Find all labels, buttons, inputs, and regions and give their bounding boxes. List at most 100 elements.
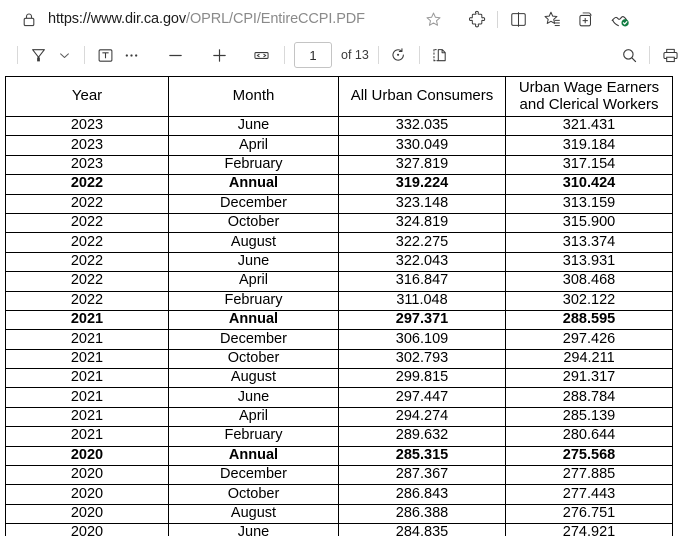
table-row: 2021 October 302.793 294.211 — [5, 348, 673, 370]
cell-month: Annual — [168, 445, 339, 467]
cell-month: October — [168, 348, 339, 370]
search-icon[interactable] — [616, 42, 642, 68]
cell-urban-wage-earners: 280.644 — [505, 426, 673, 447]
fit-to-width-icon[interactable] — [248, 42, 274, 68]
address-bar-input[interactable]: https://www.dir.ca.gov/OPRL/CPI/EntireCC… — [8, 4, 454, 34]
cell-all-urban-consumers: 294.274 — [338, 406, 506, 428]
table-row: 2021 June 297.447 288.784 — [5, 387, 673, 408]
cell-month: Annual — [168, 174, 339, 195]
table-row: 2022 August 322.275 313.374 — [5, 232, 673, 253]
cell-month: August — [168, 232, 339, 253]
toolbar-right-group — [616, 38, 683, 72]
table-row: 2020 August 286.388 276.751 — [5, 503, 673, 525]
cell-all-urban-consumers: 311.048 — [338, 290, 506, 311]
cell-year: 2022 — [5, 251, 169, 273]
cell-year: 2021 — [5, 329, 169, 350]
cell-urban-wage-earners: 294.211 — [505, 348, 673, 370]
cell-all-urban-consumers: 322.275 — [338, 232, 506, 253]
cell-month: October — [168, 484, 339, 505]
cell-month: October — [168, 212, 339, 234]
url-path: /OPRL/CPI/EntireCCPI.PDF — [186, 11, 365, 27]
zoom-in-icon[interactable] — [204, 42, 234, 68]
cell-urban-wage-earners: 288.595 — [505, 309, 673, 331]
cell-all-urban-consumers: 289.632 — [338, 426, 506, 447]
table-row: 2020 June 284.835 274.921 — [5, 523, 673, 536]
table-row: 2022 February 311.048 302.122 — [5, 290, 673, 311]
split-screen-icon[interactable] — [501, 4, 535, 34]
table-body: 2023 June 332.035 321.431 2023 April 330.049 31… — [5, 115, 673, 536]
zoom-controls: 1 of 13 — [160, 42, 453, 68]
cell-urban-wage-earners: 308.468 — [505, 271, 673, 292]
cell-urban-wage-earners: 297.426 — [505, 329, 673, 350]
add-to-collection-icon[interactable] — [569, 4, 603, 34]
cell-all-urban-consumers: 286.388 — [338, 503, 506, 525]
cell-year: 2023 — [5, 135, 169, 156]
cell-all-urban-consumers: 287.367 — [338, 465, 506, 486]
cell-all-urban-consumers: 299.815 — [338, 368, 506, 389]
cell-all-urban-consumers: 297.447 — [338, 387, 506, 408]
cell-all-urban-consumers: 322.043 — [338, 251, 506, 273]
table-row: 2021 February 289.632 280.644 — [5, 426, 673, 447]
table-row: 2021 April 294.274 285.139 — [5, 406, 673, 428]
cell-urban-wage-earners: 313.931 — [505, 251, 673, 273]
cell-month: August — [168, 368, 339, 389]
column-header-urban-wage-earners: Urban Wage Earners and Clerical Workers — [505, 76, 673, 117]
cell-all-urban-consumers: 286.843 — [338, 484, 506, 505]
toolbar-divider — [377, 46, 379, 64]
cell-all-urban-consumers: 323.148 — [338, 193, 506, 214]
page-number-input[interactable]: 1 — [294, 42, 332, 68]
cell-urban-wage-earners: 310.424 — [505, 174, 673, 195]
chevron-down-icon[interactable] — [51, 42, 77, 68]
table-row: 2021 Annual 297.371 288.595 — [5, 309, 673, 331]
cell-month: February — [168, 290, 339, 311]
cell-urban-wage-earners: 277.443 — [505, 484, 673, 505]
more-options-icon[interactable] — [118, 42, 144, 68]
table-row: 2022 Annual 319.224 310.424 — [5, 174, 673, 195]
cell-all-urban-consumers: 297.371 — [338, 309, 506, 331]
cell-year: 2020 — [5, 445, 169, 467]
cell-urban-wage-earners: 302.122 — [505, 290, 673, 311]
cell-month: April — [168, 406, 339, 428]
column-header-month: Month — [168, 76, 339, 117]
lock-icon[interactable] — [18, 8, 40, 30]
table-row: 2020 October 286.843 277.443 — [5, 484, 673, 505]
cell-urban-wage-earners: 321.431 — [505, 115, 673, 137]
highlighter-icon[interactable] — [25, 42, 51, 68]
cell-all-urban-consumers: 302.793 — [338, 348, 506, 370]
cell-year: 2020 — [5, 465, 169, 486]
cell-urban-wage-earners: 274.921 — [505, 523, 673, 536]
table-row: 2021 December 306.109 297.426 — [5, 329, 673, 350]
table-row: 2022 October 324.819 315.900 — [5, 212, 673, 234]
cell-year: 2021 — [5, 368, 169, 389]
column-header-all-urban-consumers: All Urban Consumers — [338, 76, 506, 117]
collections-icon[interactable] — [535, 4, 569, 34]
table-header-row: Year Month All Urban Consumers Urban Wag… — [5, 76, 673, 117]
add-text-icon[interactable] — [92, 42, 118, 68]
cell-urban-wage-earners: 313.374 — [505, 232, 673, 253]
page-count-label: of 13 — [341, 48, 369, 62]
cell-month: February — [168, 426, 339, 447]
drop-icon[interactable] — [603, 4, 637, 34]
table-row: 2023 April 330.049 319.184 — [5, 135, 673, 156]
cell-urban-wage-earners: 317.154 — [505, 154, 673, 176]
pdf-page-viewport[interactable]: Year Month All Urban Consumers Urban Wag… — [0, 72, 693, 536]
cell-year: 2021 — [5, 406, 169, 428]
cell-year: 2022 — [5, 174, 169, 195]
print-icon[interactable] — [657, 42, 683, 68]
cell-urban-wage-earners: 275.568 — [505, 445, 673, 467]
zoom-out-icon[interactable] — [160, 42, 190, 68]
cell-urban-wage-earners: 319.184 — [505, 135, 673, 156]
cell-year: 2022 — [5, 271, 169, 292]
cell-all-urban-consumers: 319.224 — [338, 174, 506, 195]
cell-all-urban-consumers: 284.835 — [338, 523, 506, 536]
extensions-icon[interactable] — [460, 4, 494, 34]
cell-all-urban-consumers: 285.315 — [338, 445, 506, 467]
star-icon[interactable] — [418, 4, 448, 34]
cell-month: June — [168, 523, 339, 536]
table-row: 2022 June 322.043 313.931 — [5, 251, 673, 273]
cell-urban-wage-earners: 315.900 — [505, 212, 673, 234]
page-view-icon[interactable] — [427, 42, 453, 68]
cell-all-urban-consumers: 316.847 — [338, 271, 506, 292]
rotate-icon[interactable] — [386, 42, 412, 68]
table-row: 2020 December 287.367 277.885 — [5, 465, 673, 486]
